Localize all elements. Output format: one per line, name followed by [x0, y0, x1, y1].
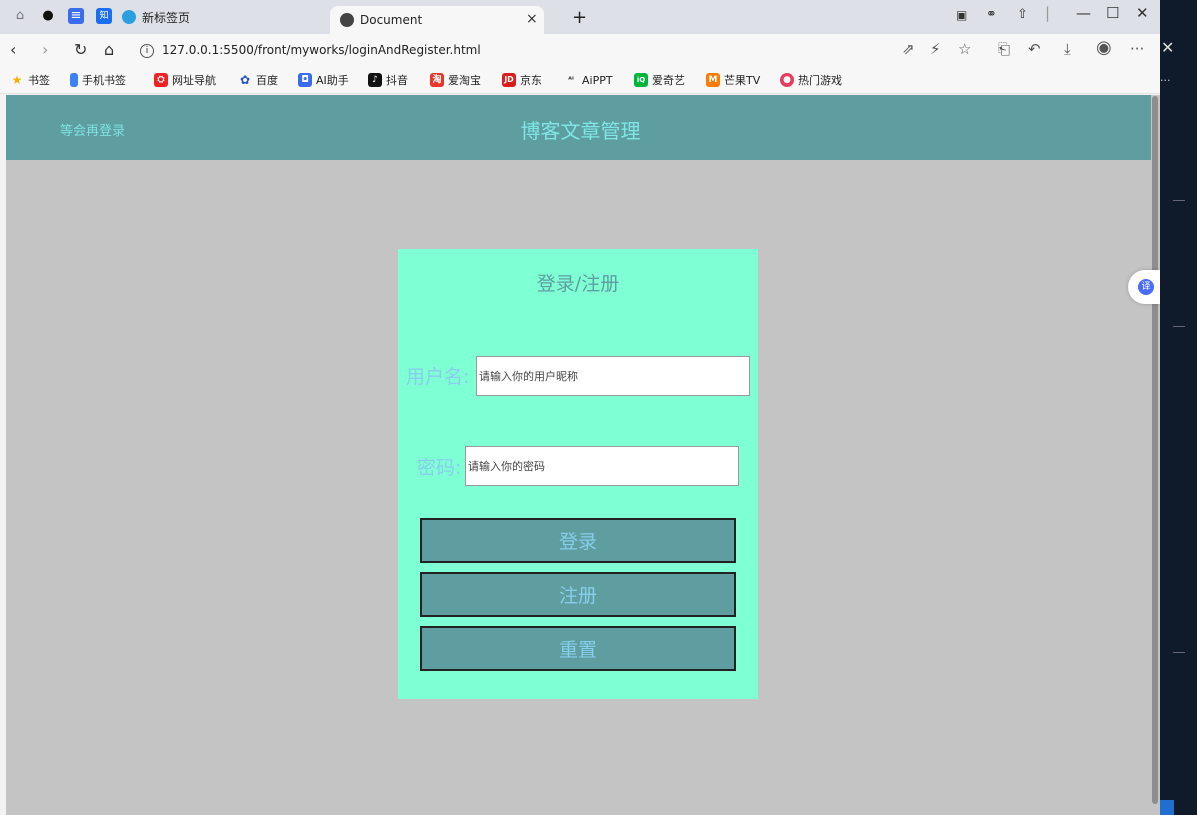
username-input[interactable]	[476, 356, 750, 396]
url-field[interactable]: i 127.0.0.1:5500/front/myworks/loginAndRe…	[140, 40, 880, 61]
bookmark-item[interactable]: ⛭ 网址导航	[154, 72, 216, 88]
login-button[interactable]: 登录	[420, 518, 736, 563]
divider	[1173, 200, 1185, 201]
back-button[interactable]: ‹	[10, 40, 16, 59]
minimize-button[interactable]: —	[1076, 4, 1091, 22]
bookmark-item[interactable]: ★ 书签	[10, 72, 50, 88]
reset-button[interactable]: 重置	[420, 626, 736, 671]
bookmark-item[interactable]: M 芒果TV	[706, 72, 760, 88]
split-icon[interactable]: ⚭	[986, 7, 997, 22]
scrollbar-thumb[interactable]	[1152, 96, 1158, 804]
bookmark-icon	[70, 73, 78, 87]
mango-icon: M	[706, 73, 720, 87]
douyin-icon: ♪	[368, 73, 382, 87]
edge-icon	[122, 10, 136, 24]
doc-icon[interactable]: ≡	[68, 8, 84, 24]
bookmark-item[interactable]: ● 热门游戏	[780, 72, 842, 88]
undo-icon[interactable]: ↶	[1028, 40, 1041, 58]
taobao-icon: 淘	[430, 73, 444, 87]
iqiyi-icon: iQ	[634, 73, 648, 87]
reload-button[interactable]: ↻	[74, 40, 87, 59]
bookmark-item[interactable]: ♪ 抖音	[368, 72, 408, 88]
page-title: 博客文章管理	[520, 119, 641, 143]
page-content: 等会再登录 博客文章管理 登录/注册 用户名: 密码: 登录 注册 重置	[6, 95, 1155, 815]
form-heading: 登录/注册	[536, 273, 620, 295]
new-tab-button[interactable]: +	[572, 7, 587, 28]
bookmark-item[interactable]: iQ 爱奇艺	[634, 72, 685, 88]
divider: |	[1045, 4, 1051, 22]
divider	[1173, 326, 1185, 327]
star-icon[interactable]: ☆	[958, 40, 971, 58]
home-icon[interactable]: ⌂	[12, 8, 28, 24]
tab-bar: ⌂ ● ≡ 知 新标签页 × Document × + ▣ ⚭ ⇧ | — ☐ …	[0, 0, 1160, 34]
forward-button[interactable]: ›	[42, 40, 48, 59]
bookmark-item[interactable]: 手机书签	[70, 72, 126, 88]
divider	[1173, 652, 1185, 653]
bookmark-item[interactable]: ᴬᴵ AiPPT	[564, 72, 612, 88]
share-icon[interactable]: ⇗	[902, 40, 915, 58]
jd-icon: JD	[502, 73, 516, 87]
close-icon[interactable]: ×	[526, 11, 538, 27]
page-header: 等会再登录 博客文章管理	[6, 95, 1155, 160]
nav-icon: ⛭	[154, 73, 168, 87]
bookmarks-bar: ★ 书签 手机书签 ⛭ 网址导航 ✿ 百度 ◘ AI助手 ♪ 抖音 淘爱淘宝 JD 京东 ᴬ…	[0, 66, 1160, 94]
bookmark-item[interactable]: JD 京东	[502, 72, 542, 88]
password-input[interactable]	[465, 446, 739, 486]
close-window-button[interactable]: ✕	[1136, 4, 1149, 22]
browser-window: ⌂ ● ≡ 知 新标签页 × Document × + ▣ ⚭ ⇧ | — ☐ …	[0, 0, 1160, 815]
info-icon[interactable]: i	[140, 43, 154, 58]
reader-icon[interactable]: ▣	[956, 8, 967, 22]
close-icon[interactable]: ✕	[1161, 38, 1174, 57]
tab-label: Document	[360, 13, 423, 27]
page-icon	[340, 13, 354, 27]
url-text: 127.0.0.1:5500/front/myworks/loginAndReg…	[162, 43, 481, 57]
taskbar-app-icon[interactable]	[1160, 800, 1174, 815]
tab-label: 新标签页	[142, 10, 191, 25]
pin-icon[interactable]: ⇧	[1017, 7, 1028, 22]
bookmark-item[interactable]: ◘ AI助手	[298, 72, 349, 88]
star-icon: ★	[11, 73, 23, 87]
tab-document[interactable]: Document ×	[330, 6, 544, 34]
profile-icon[interactable]: ◉	[1096, 37, 1112, 58]
collections-icon[interactable]: ⎗	[998, 40, 1010, 58]
aippt-icon: ᴬᴵ	[568, 75, 574, 84]
translate-icon: 译	[1138, 279, 1154, 295]
zhihu-icon[interactable]: 知	[96, 8, 112, 24]
address-bar: ‹ › ↻ ⌂ i 127.0.0.1:5500/front/myworks/lo…	[0, 34, 1160, 66]
login-card: 登录/注册 用户名: 密码: 登录 注册 重置	[398, 249, 758, 699]
maximize-button[interactable]: ☐	[1106, 4, 1119, 22]
translate-button[interactable]: 译	[1128, 270, 1160, 304]
game-icon: ●	[780, 73, 794, 87]
home-button[interactable]: ⌂	[104, 40, 114, 59]
password-label: 密码:	[417, 457, 462, 479]
ai-icon: ◘	[298, 73, 312, 87]
github-icon[interactable]: ●	[40, 8, 56, 24]
desktop-background: ✕ ···	[1160, 0, 1197, 815]
bookmark-item[interactable]: ✿ 百度	[238, 72, 278, 88]
more-icon[interactable]: ···	[1160, 74, 1171, 87]
baidu-icon: ✿	[239, 73, 251, 87]
tab-new[interactable]: 新标签页 ×	[122, 8, 346, 26]
bookmark-item[interactable]: 淘爱淘宝	[430, 72, 481, 88]
download-icon[interactable]: ⤓	[1064, 40, 1071, 58]
username-label: 用户名:	[406, 366, 470, 388]
register-button[interactable]: 注册	[420, 572, 736, 617]
extension-icon[interactable]: ⚡	[930, 40, 941, 58]
more-icon[interactable]: ···	[1130, 40, 1144, 58]
